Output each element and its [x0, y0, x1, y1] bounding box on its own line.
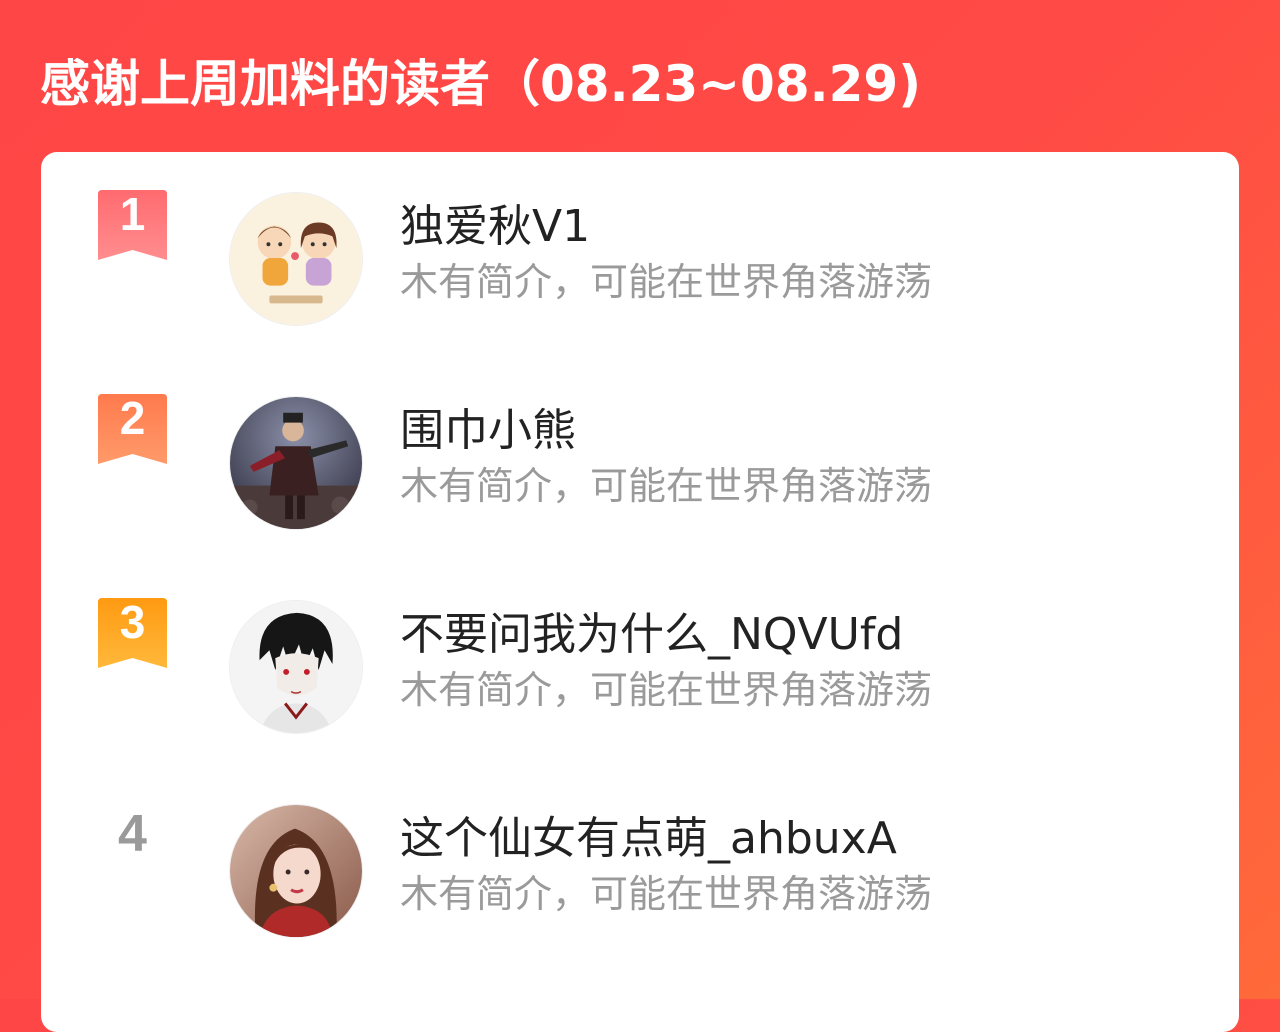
reader-list-card: 1 独爱秋V1 木有简介，可能在世界角落游荡 2 围巾小熊 木有简介，可能在世界…: [41, 152, 1239, 1032]
cartoon-couple-avatar-icon: [230, 193, 362, 325]
rank-number: 2: [119, 392, 146, 444]
reader-name[interactable]: 围巾小熊: [400, 404, 576, 458]
rank-ribbon-icon: 3: [98, 596, 167, 668]
page-title: 感谢上周加料的读者（08.23~08.29): [40, 55, 922, 113]
avatar[interactable]: [229, 396, 363, 530]
reader-name[interactable]: 独爱秋V1: [400, 200, 590, 254]
list-item[interactable]: 2 围巾小熊 木有简介，可能在世界角落游荡: [41, 356, 1239, 530]
reader-bio: 木有简介，可能在世界角落游荡: [400, 464, 933, 508]
rank-number: 4: [118, 805, 147, 863]
list-item[interactable]: 3 不要问我为什么_NQVUfd 木有简介，可能在世界角落游荡: [41, 560, 1239, 734]
reader-bio: 木有简介，可能在世界角落游荡: [400, 872, 933, 916]
rank-ribbon-icon: 1: [98, 188, 167, 260]
rank-number: 1: [119, 188, 146, 240]
list-item[interactable]: 1 独爱秋V1 木有简介，可能在世界角落游荡: [41, 152, 1239, 326]
list-item[interactable]: 4 这个仙女有点萌_ahbuxA 木有简介，可能在世界角落游荡: [41, 764, 1239, 938]
game-warrior-avatar-icon: [230, 397, 362, 529]
avatar[interactable]: [229, 600, 363, 734]
reader-name[interactable]: 这个仙女有点萌_ahbuxA: [400, 812, 897, 866]
avatar[interactable]: [229, 192, 363, 326]
reader-name[interactable]: 不要问我为什么_NQVUfd: [400, 608, 903, 662]
rank-ribbon-icon: 2: [98, 392, 167, 464]
girl-portrait-avatar-icon: [230, 805, 362, 937]
rank-number: 3: [119, 596, 146, 648]
reader-bio: 木有简介，可能在世界角落游荡: [400, 260, 933, 304]
avatar[interactable]: [229, 804, 363, 938]
anime-boy-avatar-icon: [230, 601, 362, 733]
reader-bio: 木有简介，可能在世界角落游荡: [400, 668, 933, 712]
